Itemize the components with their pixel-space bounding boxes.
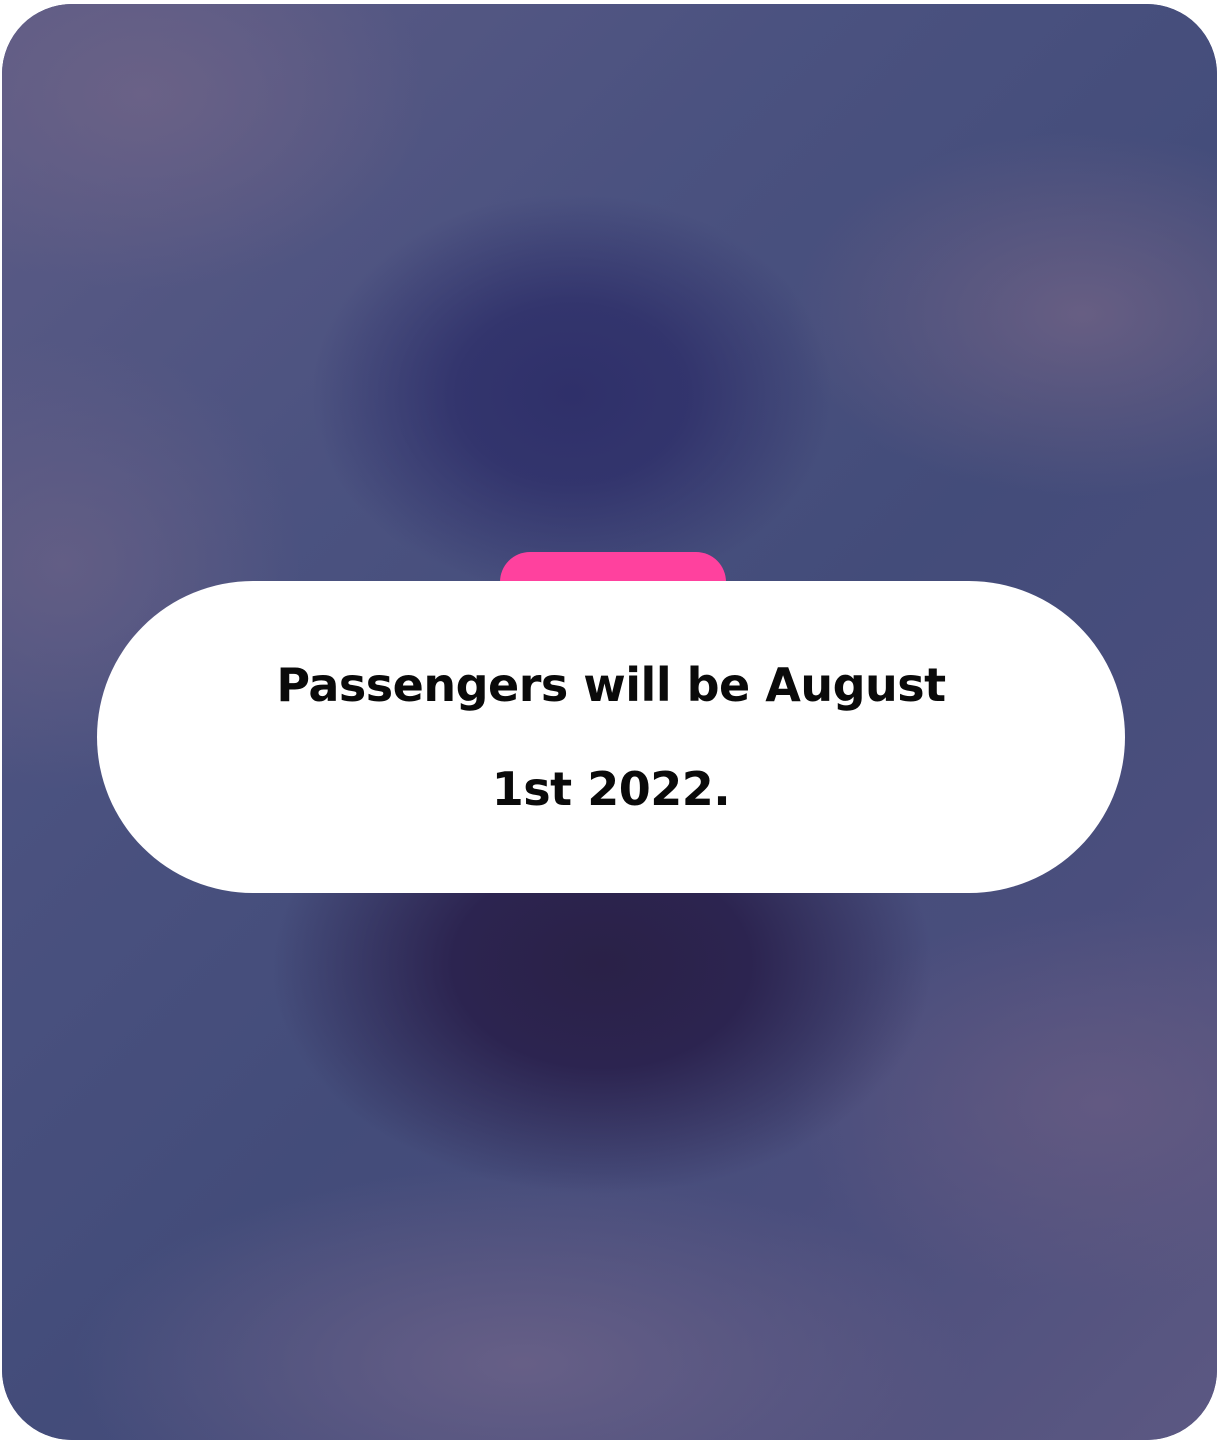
message-pill: Passengers will be August 1st 2022. <box>97 581 1125 893</box>
popup-card: Passengers will be August 1st 2022. <box>2 4 1217 1440</box>
message-text: Passengers will be August 1st 2022. <box>276 658 946 816</box>
